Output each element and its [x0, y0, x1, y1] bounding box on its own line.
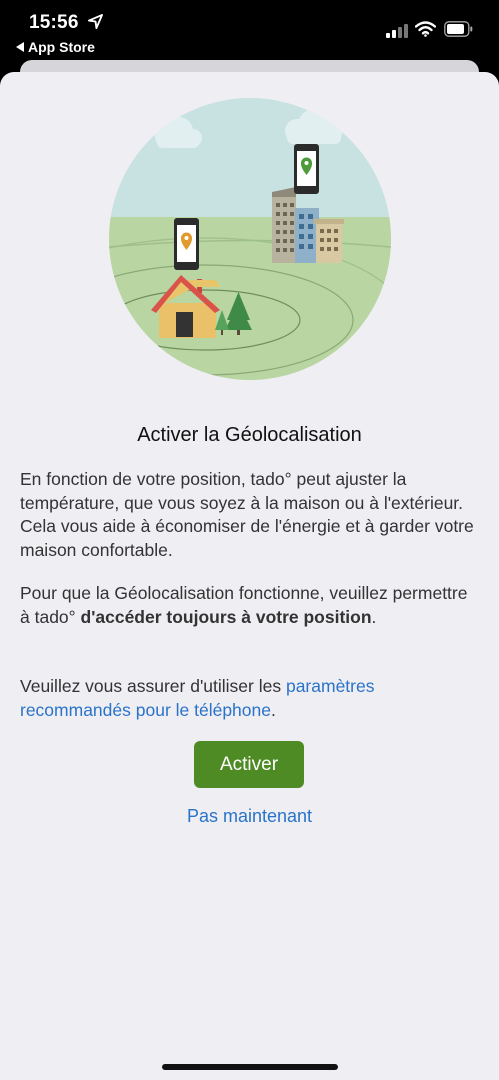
settings-text-prefix: Veuillez vous assurer d'utiliser les [20, 676, 286, 696]
description-paragraph: En fonction de votre position, tado° peu… [20, 469, 474, 560]
activate-button[interactable]: Activer [194, 741, 304, 788]
back-triangle-icon [16, 42, 24, 52]
geolocation-illustration [109, 98, 391, 380]
permission-text-bold: d'accéder toujours à votre position [80, 606, 372, 627]
back-to-app-store[interactable]: App Store [16, 39, 95, 55]
location-arrow-icon [88, 14, 103, 29]
settings-text-suffix: . [271, 699, 276, 720]
not-now-button[interactable]: Pas maintenant [0, 806, 499, 827]
settings-paragraph: Veuillez vous assurer d'utiliser les par… [20, 675, 482, 722]
permission-paragraph: Pour que la Géolocalisation fonctionne, … [20, 582, 482, 629]
battery-icon [444, 21, 473, 37]
smartphone-city-icon [294, 144, 319, 194]
permission-text-suffix: . [371, 606, 377, 627]
wifi-icon [415, 21, 436, 37]
home-indicator[interactable] [162, 1064, 338, 1070]
cellular-signal-icon [386, 24, 408, 38]
geolocation-sheet: Activer la Géolocalisation En fonction d… [0, 72, 499, 1080]
status-time: 15:56 [29, 12, 79, 33]
back-label: App Store [28, 39, 95, 55]
page-title: Activer la Géolocalisation [137, 424, 362, 446]
status-bar: 15:56 App Store [0, 0, 499, 62]
smartphone-home-icon [174, 218, 199, 270]
